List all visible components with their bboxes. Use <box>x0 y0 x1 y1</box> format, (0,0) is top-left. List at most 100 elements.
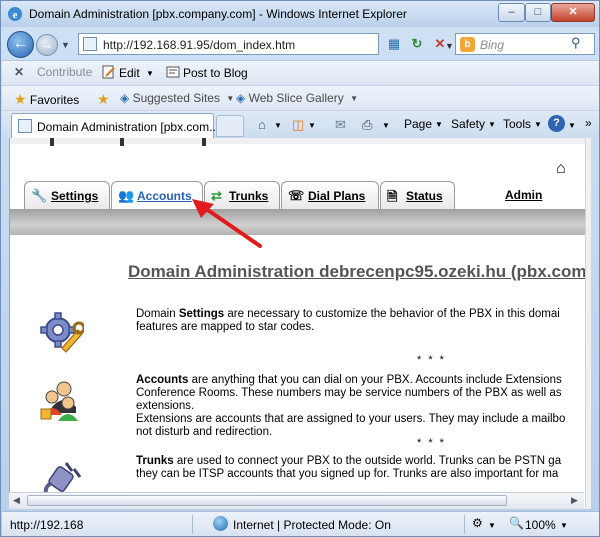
post-to-blog-button[interactable]: Post to Blog <box>166 65 248 80</box>
address-toolbar: ← → ▼ http://192.168.91.95/dom_index.htm… <box>1 29 599 59</box>
forward-button[interactable]: → <box>36 34 58 56</box>
new-tab-button[interactable] <box>216 115 244 137</box>
contribute-button[interactable]: Contribute <box>37 65 92 79</box>
safety-dropdown-icon: ▼ <box>488 120 496 129</box>
suggested-sites-link[interactable]: ◈ Suggested Sites ▼ <box>120 91 234 105</box>
zoom-icon[interactable]: 🔍 <box>509 516 524 530</box>
accounts-users-icon <box>40 381 78 421</box>
tab-settings[interactable]: 🔧 Settings <box>24 181 110 209</box>
page-icon <box>18 119 32 133</box>
app-tab-bar: 🔧 Settings 👥 Accounts ⇄ Trunks ☏ Dial Pl… <box>24 181 584 209</box>
settings-description: Domain Settings are necessary to customi… <box>136 308 591 334</box>
back-button[interactable]: ← <box>7 31 34 58</box>
feeds-dropdown-icon[interactable]: ▼ <box>308 121 316 130</box>
contribute-label: Contribute <box>37 65 93 79</box>
title-bar: e Domain Administration [pbx.company.com… <box>1 1 599 27</box>
edit-button[interactable]: Edit ▼ <box>102 65 154 80</box>
horizontal-scrollbar[interactable]: ◀ ▶ <box>9 492 584 509</box>
settings-text-post: are necessary to customize the behavior … <box>224 308 560 320</box>
print-icon[interactable]: ⎙ <box>362 117 372 133</box>
window-title: Domain Administration [pbx.company.com] … <box>29 7 407 21</box>
page-icon <box>83 37 97 51</box>
tab-dial-plans[interactable]: ☏ Dial Plans <box>281 181 379 209</box>
search-placeholder: Bing <box>480 38 505 52</box>
mail-icon[interactable]: ✉ <box>335 117 346 133</box>
accounts-icon: 👥 <box>118 188 135 203</box>
tools-dropdown-icon: ▼ <box>534 120 542 129</box>
accounts-text-line5: not disturb and redirection. <box>136 426 273 438</box>
settings-text-pre: Domain <box>136 308 179 320</box>
browser-window: e Domain Administration [pbx.company.com… <box>0 0 600 537</box>
suggested-sites-dropdown-icon[interactable]: ▼ <box>226 94 234 103</box>
feeds-icon[interactable]: ◫ <box>292 117 304 133</box>
bing-icon: b <box>460 37 475 52</box>
scroll-thumb[interactable] <box>27 495 507 506</box>
scroll-left-icon[interactable]: ◀ <box>13 495 20 506</box>
home-dropdown-icon[interactable]: ▼ <box>274 121 282 130</box>
home-icon[interactable]: ⌂ <box>258 117 266 132</box>
command-bar: ✕ Contribute Edit ▼ Post to Blog <box>2 60 599 85</box>
compatibility-view-icon[interactable]: ▦ <box>383 33 405 55</box>
accounts-keyword: Accounts <box>136 374 189 386</box>
home-link-icon[interactable]: ⌂ <box>556 160 566 178</box>
status-tools-dropdown-icon[interactable]: ▼ <box>488 521 496 530</box>
trunks-keyword: Trunks <box>136 455 174 467</box>
trunks-description: Trunks are used to connect your PBX to t… <box>136 455 591 481</box>
section-separator: * * * <box>417 354 446 366</box>
post-to-blog-label: Post to Blog <box>183 66 248 80</box>
web-slice-gallery-link[interactable]: ◈ Web Slice Gallery ▼ <box>236 91 358 105</box>
safety-menu[interactable]: Safety ▼ <box>451 117 496 131</box>
favorites-button[interactable]: ★ Favorites <box>14 91 79 108</box>
browser-tab-label: Domain Administration [pbx.com... <box>37 120 220 134</box>
address-bar[interactable]: http://192.168.91.95/dom_index.htm ▼ <box>78 33 454 55</box>
accounts-description: Accounts are anything that you can dial … <box>136 374 591 439</box>
accounts-text-line1: are anything that you can dial on your P… <box>188 374 562 386</box>
close-window-button[interactable]: ✕ <box>551 3 595 22</box>
web-slice-dropdown-icon[interactable]: ▼ <box>350 94 358 103</box>
trunks-text-line2: they can be ITSP accounts that you signe… <box>136 468 559 480</box>
scroll-right-icon[interactable]: ▶ <box>571 495 578 506</box>
settings-text-line2: features are mapped to star codes. <box>136 321 315 333</box>
browser-tab-active[interactable]: Domain Administration [pbx.com... <box>11 113 219 139</box>
page-menu[interactable]: Page ▼ <box>404 117 443 131</box>
help-dropdown-icon[interactable]: ▼ <box>568 121 576 130</box>
vertical-scrollbar[interactable] <box>585 138 591 509</box>
settings-keyword: Settings <box>178 308 225 320</box>
more-tools-icon[interactable]: » <box>585 116 592 130</box>
settings-gear-wrench-icon <box>40 312 84 353</box>
security-zone-text[interactable]: Internet | Protected Mode: On <box>233 518 391 532</box>
minimize-button[interactable]: – <box>498 3 525 22</box>
tools-menu[interactable]: Tools ▼ <box>503 117 542 131</box>
refresh-icon[interactable]: ↻ <box>406 33 428 55</box>
history-dropdown-icon[interactable]: ▼ <box>61 40 70 50</box>
ie-page-icon: ◈ <box>120 91 130 105</box>
tab-status-label: Status <box>406 189 443 203</box>
blog-icon <box>166 66 180 78</box>
print-dropdown-icon[interactable]: ▼ <box>382 121 390 130</box>
status-divider <box>192 515 193 534</box>
section-separator: * * * <box>417 437 446 449</box>
page-header-stripe <box>10 138 585 146</box>
close-toolbar-icon[interactable]: ✕ <box>14 65 24 79</box>
web-slice-icon: ◈ <box>236 91 246 105</box>
zoom-level[interactable]: 100% <box>525 518 556 532</box>
safety-menu-label: Safety <box>451 117 486 131</box>
page-menu-label: Page <box>404 117 433 131</box>
search-icon[interactable]: ⚲ <box>571 35 581 51</box>
maximize-button[interactable]: □ <box>525 3 551 22</box>
page-dropdown-icon: ▼ <box>435 120 443 129</box>
zoom-dropdown-icon[interactable]: ▼ <box>560 521 568 530</box>
help-icon[interactable]: ? <box>548 115 565 132</box>
tab-status[interactable]: 🗎 Status <box>380 181 455 209</box>
address-url[interactable]: http://192.168.91.95/dom_index.htm <box>103 38 295 52</box>
search-input[interactable]: b Bing ⚲ <box>455 33 595 55</box>
status-url: http://192.168 <box>10 518 84 532</box>
tab-dial-plans-label: Dial Plans <box>308 189 366 203</box>
edit-dropdown-icon[interactable]: ▼ <box>146 69 154 78</box>
stop-icon[interactable]: ✕ <box>429 33 451 55</box>
status-tools-icon[interactable]: ⚙ <box>472 516 483 530</box>
ie-logo-icon: e <box>8 7 22 21</box>
add-favorite-button[interactable]: ★ <box>97 91 110 108</box>
admin-link[interactable]: Admin <box>505 188 542 202</box>
edit-icon <box>102 65 115 79</box>
